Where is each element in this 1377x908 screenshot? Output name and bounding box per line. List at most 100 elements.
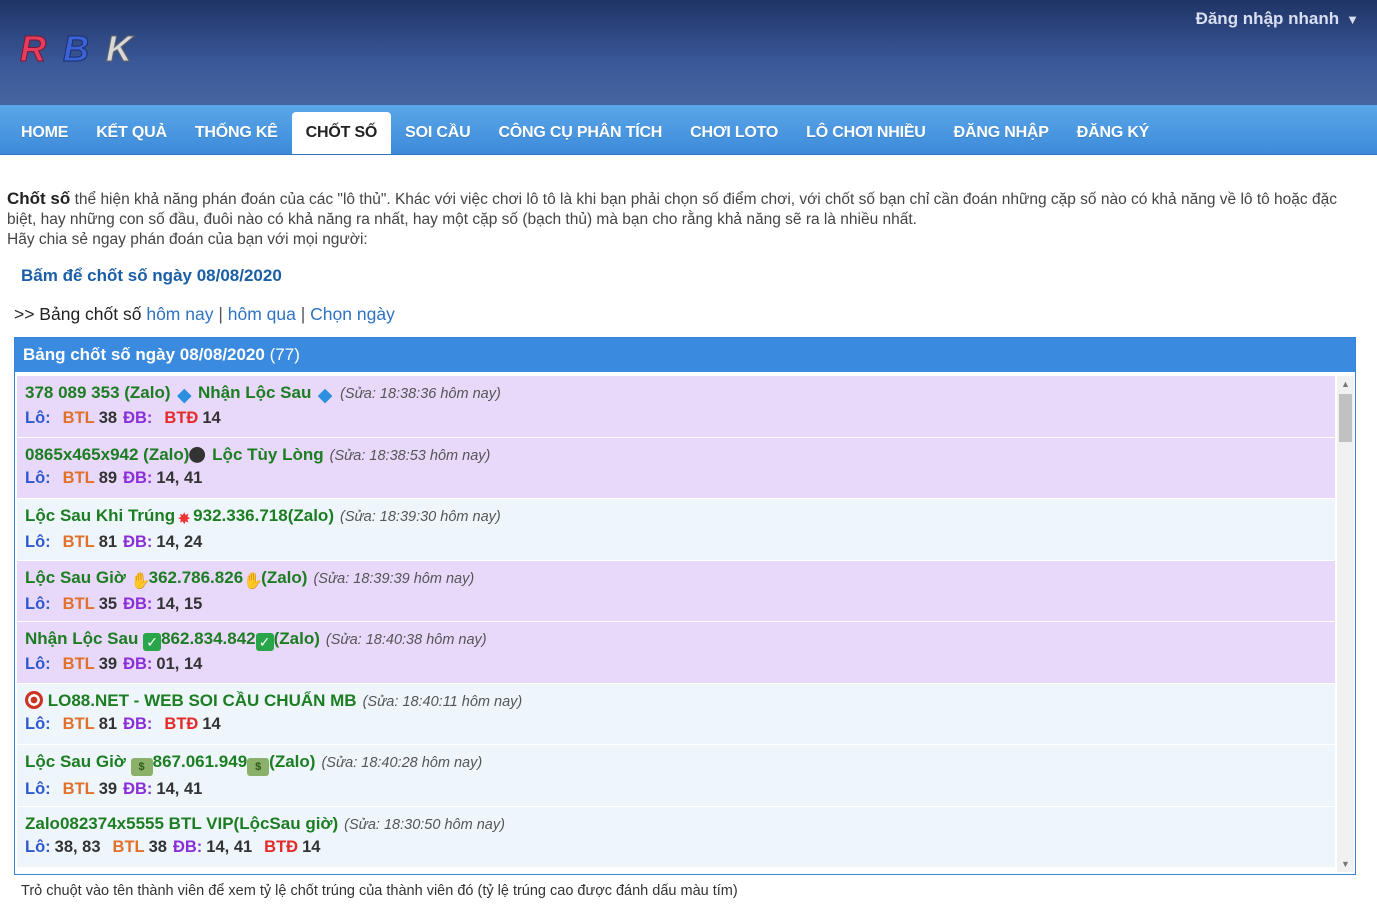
intro-text: Chốt số thể hiện khả năng phán đoán của … [7,189,1370,250]
separator: | [218,304,223,324]
btl-value: 39 [98,780,118,798]
panel-title: Bảng chốt số ngày 08/08/2020 [23,345,265,364]
member-name[interactable]: Nhận Lộc Sau ✓ 862.834.842 ✓ (Zalo) [25,629,320,651]
board-links-prefix: >> Bảng chốt số [14,304,142,324]
list-item: 378 089 353 (Zalo) ◆ Nhận Lộc Sau ◆ (Sửa:… [17,376,1335,438]
entry-picks: Lô: BTL 35 ĐB: 14, 15 [25,595,1327,614]
panel-count: (77) [269,345,300,364]
nav-item-0[interactable]: HOME [7,112,82,154]
member-name[interactable]: Lộc Sau Giờ $867.061.949 $ (Zalo) [25,752,316,776]
entry-header: Lộc Sau Khi Trúng ✸ 932.336.718(Zalo) (Sửa:… [25,506,1327,529]
btl-value: 39 [98,655,118,673]
lo-value: 38, 83 [54,837,101,856]
member-name[interactable]: 378 089 353 (Zalo) ◆ Nhận Lộc Sau ◆ [25,383,334,406]
list-item: 0865x465x942 (Zalo) Lộc Tùy Lòng (Sửa: 18… [17,437,1335,499]
db-value: 14, 15 [156,594,203,613]
btd-value: 14 [302,837,321,856]
member-name-part: (Zalo) [261,567,308,587]
nav-item-5[interactable]: CÔNG CỤ PHÂN TÍCH [484,112,676,154]
entry-picks: Lô: 38, 83 BTL 38 ĐB: 14, 41 BTĐ 14 [25,838,1327,857]
db-label: ĐB: [123,468,153,487]
nav-item-4[interactable]: SOI CẦU [391,112,484,154]
quick-login-dropdown[interactable]: Đăng nhập nhanh ▼ [1196,9,1359,29]
scroll-down-icon[interactable]: ▼ [1337,856,1354,872]
list-item: Lộc Sau Khi Trúng ✸ 932.336.718(Zalo) (Sửa:… [17,499,1335,561]
nav-item-9[interactable]: ĐĂNG KÝ [1063,112,1163,154]
diamond-icon: ◆ [317,385,333,406]
logo-letter-k: K [106,28,133,69]
site-header: R B K Đăng nhập nhanh ▼ [0,0,1377,105]
lo-label: Lô: [25,780,51,798]
quick-login-label: Đăng nhập nhanh [1195,9,1340,28]
member-name-part: (Zalo) [269,752,316,771]
board-links: >> Bảng chốt số hôm nay | hôm qua | Chọn… [14,304,1370,325]
list-item: LO88.NET - WEB SOI CẦU CHUẨN MB (Sửa: 18:… [17,683,1335,745]
member-name-part: Lộc Sau Khi Trúng [25,506,176,525]
edit-timestamp: (Sửa: 18:40:38 hôm nay) [325,632,487,648]
rbk-logo[interactable]: R B K [13,28,139,70]
separator: | [300,304,306,324]
entry-header: Lộc Sau Giờ ✋362.786.826✋(Zalo) (Sửa: 18:… [25,568,1327,591]
btl-value: 38 [98,409,118,427]
edit-timestamp: (Sửa: 18:40:11 hôm nay) [362,693,523,710]
member-name-part: 867.061.949 [152,752,248,771]
main-content: Chốt số thể hiện khả năng phán đoán của … [0,155,1377,899]
entry-picks: Lô: BTL 89 ĐB: 14, 41 [25,469,1327,488]
main-nav: HOME KẾT QUẢ THỐNG KÊ CHỐT SỐ SOI CẦU CÔNG CỤ… [0,105,1377,155]
nav-item-3[interactable]: CHỐT SỐ [291,112,392,154]
intro-bold: Chốt số [7,189,71,208]
member-name[interactable]: LO88.NET - WEB SOI CẦU CHUẨN MB [25,690,357,710]
btd-value: 14 [202,714,221,733]
member-name-part: Nhận Lộc Sau [25,629,144,648]
db-label: ĐB: [123,409,153,427]
scroll-up-icon[interactable]: ▲ [1337,376,1354,392]
panel-header: Bảng chốt số ngày 08/08/2020 (77) [15,338,1355,372]
money-icon: $ [247,758,270,776]
choose-date-link[interactable]: Chọn ngày [310,304,395,324]
db-label: ĐB: [123,714,153,733]
lo-label: Lô: [25,714,51,733]
entry-header: Nhận Lộc Sau ✓ 862.834.842 ✓ (Zalo) (Sửa: 18… [25,629,1327,651]
ok-hand-icon: ✋ [243,572,264,590]
target-icon [25,690,43,709]
entry-header: 0865x465x942 (Zalo) Lộc Tùy Lòng (Sửa: 18… [25,444,1327,465]
db-value: 14, 41 [206,837,253,856]
entry-header: 378 089 353 (Zalo) ◆ Nhận Lộc Sau ◆ (Sửa:… [25,383,1327,405]
lo-label: Lô: [25,655,51,673]
nav-item-7[interactable]: LÔ CHƠI NHIỀU [792,112,940,154]
nav-item-6[interactable]: CHƠI LOTO [676,112,792,154]
btl-value: 38 [148,837,167,856]
check-mark-icon: ✓ [255,633,274,651]
yesterday-link[interactable]: hôm qua [228,304,296,324]
member-name[interactable]: Lộc Sau Khi Trúng ✸ 932.336.718(Zalo) [25,506,334,528]
today-link[interactable]: hôm nay [146,304,213,324]
nav-item-2[interactable]: THỐNG KÊ [181,112,292,154]
footnote: Trỏ chuột vào tên thành viên để xem tỷ l… [21,883,738,899]
member-name[interactable]: Lộc Sau Giờ ✋362.786.826✋(Zalo) [25,567,308,590]
member-name-part: Lộc Sau Giờ [25,567,131,587]
member-name[interactable]: Zalo082374x5555 BTL VIP(LộcSau giờ) [25,814,338,833]
nav-item-1[interactable]: KẾT QUẢ [82,112,181,154]
pick-numbers-link[interactable]: Bấm để chốt số ngày 08/08/2020 [21,266,1370,286]
edit-timestamp: (Sửa: 18:39:39 hôm nay) [313,570,475,587]
entry-header: LO88.NET - WEB SOI CẦU CHUẨN MB (Sửa: 18:… [25,690,1327,711]
member-name[interactable]: 0865x465x942 (Zalo) Lộc Tùy Lòng [25,444,324,464]
btl-label: BTL [62,655,95,673]
ok-hand-icon: ✋ [130,572,151,590]
entry-header: Lộc Sau Giờ $867.061.949 $ (Zalo) (Sửa: 18:… [25,752,1327,776]
member-name-part: LO88.NET - WEB SOI CẦU CHUẨN MB [43,690,357,710]
btd-value: 14 [202,409,221,427]
scrollbar-thumb[interactable] [1339,394,1352,442]
nav-item-8[interactable]: ĐĂNG NHẬP [940,112,1063,154]
logo-letter-r: R [20,28,47,69]
member-name-part: Lộc Tùy Lòng [207,444,324,464]
btl-value: 35 [98,594,118,613]
btd-label: BTĐ [164,409,199,427]
scrollbar[interactable]: ▲ ▼ [1337,376,1354,872]
entry-header: Zalo082374x5555 BTL VIP(LộcSau giờ) (Sửa:… [25,814,1327,834]
list-item: Lộc Sau Giờ ✋362.786.826✋(Zalo) (Sửa: 18:… [17,560,1335,622]
entry-picks: Lô: BTL 81 ĐB: 14, 24 [25,533,1327,552]
db-label: ĐB: [172,837,203,856]
edit-timestamp: (Sửa: 18:40:28 hôm nay) [321,755,483,771]
db-label: ĐB: [123,533,153,551]
